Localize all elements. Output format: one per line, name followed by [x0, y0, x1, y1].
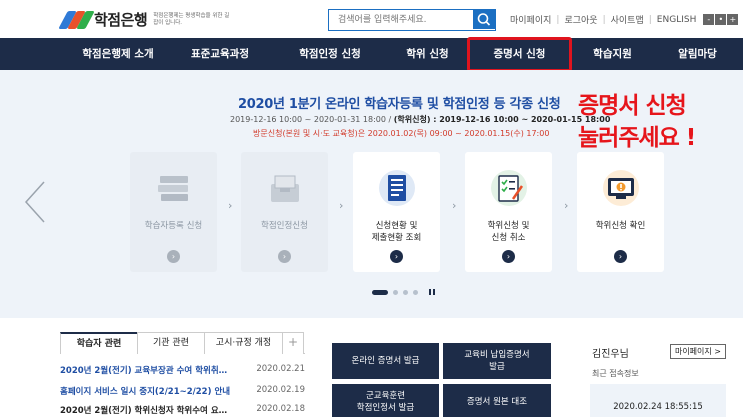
monitor-alert-icon: [603, 170, 639, 206]
checklist-icon: [491, 170, 527, 206]
hero-period: 2019-12-16 10:00 ~ 2020-01-31 18:00 / (학…: [230, 115, 611, 124]
card-degree-application[interactable]: 학위신청 및 신청 취소 ›: [465, 152, 552, 272]
military-credit-button[interactable]: 군교육훈련 학점인정서 발급: [332, 384, 439, 417]
util-link-english[interactable]: ENGLISH: [657, 15, 697, 25]
go-arrow-icon: ›: [278, 250, 291, 263]
go-arrow-icon: ›: [614, 250, 627, 263]
chevron-right-icon: ›: [452, 199, 457, 212]
card-label: 신청현황 및 제출현황 조회: [371, 221, 422, 243]
nav-item-notice[interactable]: 알림마당: [660, 38, 735, 70]
tab-institution[interactable]: 기관 관련: [137, 332, 205, 354]
chevron-right-icon: ›: [339, 199, 344, 212]
nav-item-curriculum[interactable]: 표준교육과정: [175, 38, 265, 70]
nav-item-intro[interactable]: 학점은행제 소개: [70, 38, 166, 70]
notice-title: 2020년 2월(전기) 교육부장관 수여 학위취…: [60, 366, 228, 376]
books-icon: [158, 176, 188, 201]
annotation-line-1: 증명서 신청: [578, 93, 687, 119]
go-arrow-icon: ›: [502, 250, 515, 263]
certificate-highlight-box: [467, 37, 572, 72]
carousel-prev-arrow[interactable]: [22, 180, 48, 224]
pager-dot[interactable]: [413, 289, 418, 295]
pager-dot[interactable]: [393, 289, 398, 295]
inbox-icon: [271, 175, 299, 202]
card-label: 학습자등록 신청: [144, 221, 203, 231]
search-button[interactable]: [473, 10, 495, 29]
login-panel: 김진우님 마이페이지 > 최근 접속정보 2020.02.24 18:55:15: [580, 332, 730, 417]
notice-date: 2020.02.18: [256, 404, 305, 414]
annotation-line-2: 눌러주세요 !: [578, 125, 696, 151]
util-link-logout[interactable]: 로그아웃: [564, 13, 597, 26]
online-certificate-button[interactable]: 온라인 증명서 발급: [332, 343, 439, 379]
hero-visit-period: 방문신청(본원 및 시·도 교육청)은 2020.01.02(목) 09:00 …: [253, 129, 550, 138]
util-link-sitemap[interactable]: 사이트맵: [611, 13, 644, 26]
card-label: 학점인정신청: [261, 221, 308, 231]
go-arrow-icon: ›: [167, 250, 180, 263]
font-reset-button[interactable]: •: [715, 14, 727, 25]
list-item[interactable]: 홈페이지 서비스 일시 중지(2/21~2/22) 안내 2020.02.19: [60, 385, 305, 397]
top-bar: 학점은행 학점은행제는 평생학습을 위한 길잡이 입니다. 마이페이지 | 로그…: [0, 0, 743, 38]
logo[interactable]: 학점은행 학점은행제는 평생학습을 위한 길잡이 입니다.: [58, 9, 231, 30]
main-nav: 학점은행제 소개 표준교육과정 학점인정 신청 학위 신청 증명서 신청 학습지…: [0, 38, 743, 70]
notice-tabs: 학습자 관련 기관 관련 고시·규정 개정 +: [60, 332, 305, 354]
chevron-right-icon: ›: [564, 199, 569, 212]
certificate-verify-button[interactable]: 증명서 원본 대조: [443, 384, 551, 417]
pause-icon[interactable]: [429, 289, 435, 295]
nav-item-credit[interactable]: 학점인정 신청: [285, 38, 375, 70]
logo-mark-icon: [58, 10, 95, 29]
user-name: 김진우님: [592, 349, 629, 360]
pager-active[interactable]: [372, 289, 388, 295]
document-list-icon: [379, 170, 415, 206]
carousel-pager: [372, 289, 435, 295]
mypage-button[interactable]: 마이페이지 >: [669, 344, 726, 359]
list-item[interactable]: 2020년 2월(전기) 학위신청자 학위수여 요… 2020.02.18: [60, 404, 305, 416]
more-notices-button[interactable]: +: [282, 332, 304, 354]
utility-links: 마이페이지 | 로그아웃 | 사이트맵 | ENGLISH - • +: [510, 13, 739, 26]
card-label: 학위신청 및 신청 취소: [487, 221, 530, 243]
pager-dot[interactable]: [403, 289, 408, 295]
tab-regulation[interactable]: 고시·규정 개정: [204, 332, 283, 354]
font-smaller-button[interactable]: -: [703, 14, 715, 25]
hero-title: 2020년 1분기 온라인 학습자등록 및 학점인정 등 각종 신청: [238, 97, 561, 112]
chevron-right-icon: ›: [228, 199, 233, 212]
go-arrow-icon: ›: [390, 250, 403, 263]
logo-subtitle: 학점은행제는 평생학습을 위한 길잡이 입니다.: [153, 12, 230, 26]
nav-item-learning[interactable]: 학습지원: [575, 38, 650, 70]
last-login-box: 2020.02.24 18:55:15: [590, 384, 726, 417]
font-size-controls: - • +: [702, 14, 739, 25]
tab-learner[interactable]: 학습자 관련: [60, 332, 138, 354]
notice-title: 홈페이지 서비스 일시 중지(2/21~2/22) 안내: [60, 387, 231, 397]
notice-date: 2020.02.19: [256, 385, 305, 395]
search-input[interactable]: [329, 10, 473, 29]
font-larger-button[interactable]: +: [727, 14, 739, 25]
card-label: 학위신청 확인: [595, 221, 646, 231]
tuition-certificate-button[interactable]: 교육비 납입증명서 발급: [443, 343, 551, 379]
card-credit-recognition[interactable]: 학점인정신청 ›: [241, 152, 328, 272]
list-item[interactable]: 2020년 2월(전기) 교육부장관 수여 학위취… 2020.02.21: [60, 364, 305, 376]
page: 학점은행 학점은행제는 평생학습을 위한 길잡이 입니다. 마이페이지 | 로그…: [0, 0, 743, 417]
logo-text: 학점은행: [94, 11, 148, 29]
search-box: [328, 9, 496, 31]
notice-title: 2020년 2월(전기) 학위신청자 학위수여 요…: [60, 406, 228, 416]
notice-date: 2020.02.21: [256, 364, 305, 374]
card-degree-confirm[interactable]: 학위신청 확인 ›: [577, 152, 664, 272]
last-login-label: 최근 접속정보: [592, 369, 639, 378]
util-link-mypage[interactable]: 마이페이지: [510, 13, 551, 26]
nav-item-degree[interactable]: 학위 신청: [390, 38, 465, 70]
last-login-time: 2020.02.24 18:55:15: [613, 402, 703, 412]
card-learner-registration[interactable]: 학습자등록 신청 ›: [130, 152, 217, 272]
card-status-inquiry[interactable]: 신청현황 및 제출현황 조회 ›: [353, 152, 440, 272]
search-icon: [477, 13, 491, 26]
